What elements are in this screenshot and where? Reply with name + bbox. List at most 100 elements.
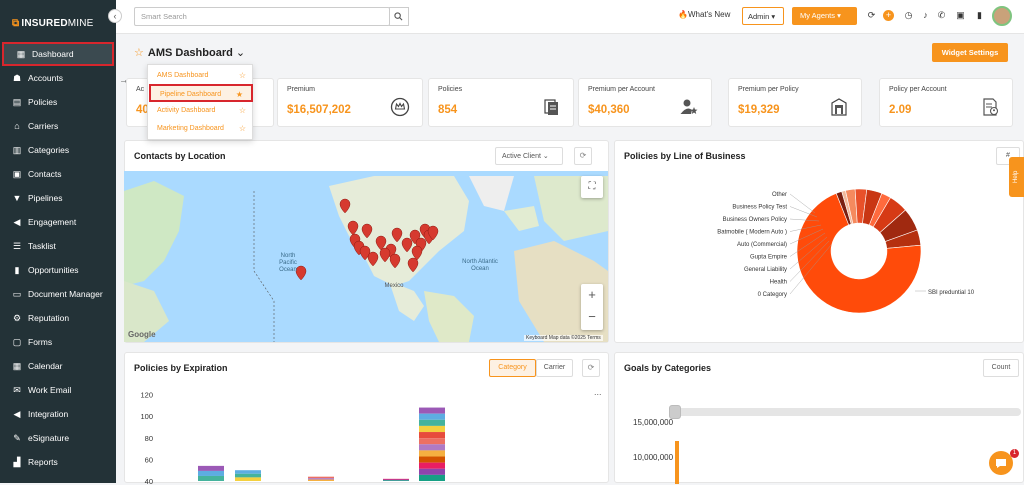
tasklist-icon: ☰: [12, 241, 22, 251]
chat-badge: 1: [1010, 449, 1019, 458]
brand-name-bold: INSURED: [21, 18, 68, 29]
clock-icon[interactable]: ◷: [903, 10, 914, 21]
sidebar-item-dashboard[interactable]: ▦ Dashboard: [2, 42, 114, 66]
bar-segment[interactable]: [235, 473, 261, 478]
sidebar-item-work-email[interactable]: ✉ Work Email: [0, 378, 116, 402]
sidebar-item-engagement[interactable]: ◀ Engagement: [0, 210, 116, 234]
help-tab[interactable]: Help: [1009, 157, 1024, 197]
map-label-pacific: North Pacific Ocean: [279, 253, 297, 273]
bar-segment[interactable]: [419, 468, 445, 475]
dashboard-title-label: AMS Dashboard: [147, 47, 233, 59]
reports-icon: ▟: [13, 457, 21, 467]
zoom-out-icon[interactable]: −: [581, 306, 603, 328]
bar-segment[interactable]: [235, 470, 261, 474]
sidebar-item-policies[interactable]: ▤ Policies: [0, 90, 116, 114]
sidebar-item-contacts[interactable]: ▣ Contacts: [0, 162, 116, 186]
tab-category[interactable]: Category: [489, 359, 536, 377]
bar-segment[interactable]: [235, 477, 261, 481]
brand-name-light: MINE: [67, 18, 94, 29]
bar-segment[interactable]: [419, 462, 445, 469]
star-outline-icon[interactable]: ☆: [239, 106, 246, 115]
bar-segment[interactable]: [383, 480, 409, 481]
sidebar-item-pipelines[interactable]: ▼ Pipelines: [0, 186, 116, 210]
pie-label: General Liability: [744, 267, 787, 273]
bar-segment[interactable]: [308, 479, 334, 481]
star-filled-icon[interactable]: ★: [236, 90, 243, 99]
bar-segment[interactable]: [198, 470, 224, 476]
topbar: Smart Search 🔥What's New Admin ▾ My Agen…: [116, 0, 1024, 34]
contacts-map[interactable]: North Pacific Ocean North Atlantic Ocean…: [124, 171, 608, 342]
sidebar-item-reports[interactable]: ▟ Reports: [0, 450, 116, 474]
bar-segment[interactable]: [308, 476, 334, 479]
bar-segment[interactable]: [419, 450, 445, 457]
sidebar-item-forms[interactable]: ▢ Forms: [0, 330, 116, 354]
bar-segment[interactable]: [383, 479, 409, 481]
menu-item-activity-dashboard[interactable]: Activity Dashboard ☆: [148, 102, 254, 120]
bar-segment[interactable]: [419, 456, 445, 463]
bar-segment[interactable]: [419, 419, 445, 426]
y-tick-label: 40: [145, 477, 153, 485]
refresh-icon[interactable]: ⟳: [866, 10, 877, 21]
bar-segment[interactable]: [419, 413, 445, 420]
star-outline-icon[interactable]: ☆: [239, 71, 246, 80]
brand-logo[interactable]: ⧉ INSUREDMINE: [12, 18, 94, 29]
sidebar-item-carriers[interactable]: ⌂ Carriers: [0, 114, 116, 138]
bar-segment[interactable]: [308, 478, 334, 480]
bar-segment[interactable]: [198, 465, 224, 471]
my-agents-button[interactable]: My Agents ▾: [792, 7, 857, 25]
sidebar-item-opportunities[interactable]: ▮ Opportunities: [0, 258, 116, 282]
sidebar-item-document-manager[interactable]: ▭ Document Manager: [0, 282, 116, 306]
sidebar-item-reputation[interactable]: ⚙ Reputation: [0, 306, 116, 330]
count-toggle-button[interactable]: Count: [983, 359, 1019, 377]
refresh-icon[interactable]: ⟳: [574, 147, 592, 165]
fullscreen-icon[interactable]: ⛶: [581, 176, 603, 198]
phone-icon[interactable]: ✆: [936, 10, 947, 21]
map-zoom-control[interactable]: + −: [581, 284, 603, 330]
sidebar-item-label: Reports: [28, 457, 58, 467]
sidebar-item-label: Accounts: [28, 73, 63, 83]
sidebar-item-label: Reputation: [28, 313, 70, 323]
sidebar-item-label: Dashboard: [32, 49, 74, 59]
bell-icon[interactable]: ♪: [920, 10, 931, 21]
tab-carrier[interactable]: Carrier: [536, 359, 573, 377]
add-icon[interactable]: +: [883, 10, 894, 21]
sidebar-item-categories[interactable]: ▥ Categories: [0, 138, 116, 162]
star-outline-icon[interactable]: ☆: [239, 124, 246, 133]
menu-item-marketing-dashboard[interactable]: Marketing Dashboard ☆: [148, 120, 254, 138]
client-filter-select[interactable]: Active Client ⌄: [495, 147, 563, 165]
search-input[interactable]: Smart Search: [134, 7, 390, 26]
dashboard-title[interactable]: ☆ AMS Dashboard ⌄: [134, 46, 245, 59]
map-attribution[interactable]: Keyboard Map data ©2025 Terms: [524, 335, 603, 341]
role-select[interactable]: Admin ▾: [742, 7, 784, 25]
bar-segment[interactable]: [419, 444, 445, 451]
sidebar-item-integration[interactable]: ◀ Integration: [0, 402, 116, 426]
sidebar-item-calendar[interactable]: ▦ Calendar: [0, 354, 116, 378]
sidebar-item-esignature[interactable]: ✎ eSignature: [0, 426, 116, 450]
bar-segment[interactable]: [419, 425, 445, 433]
sidebar-item-tasklist[interactable]: ☰ Tasklist: [0, 234, 116, 258]
bar-segment[interactable]: [419, 438, 445, 445]
menu-item-pipeline-dashboard[interactable]: Pipeline Dashboard ★: [149, 84, 253, 102]
bar-segment[interactable]: [198, 475, 224, 481]
widget-settings-button[interactable]: Widget Settings: [932, 43, 1008, 62]
calendar-icon: ▦: [12, 361, 22, 371]
slider-handle[interactable]: [669, 405, 681, 419]
bar-segment[interactable]: [419, 407, 445, 414]
my-agents-label: My Agents: [800, 11, 836, 20]
pie-label: Auto (Commercial): [737, 242, 787, 248]
sidebar-item-accounts[interactable]: ☗ Accounts: [0, 66, 116, 90]
collapse-sidebar-icon[interactable]: ‹: [108, 9, 122, 23]
whats-new-link[interactable]: 🔥What's New: [678, 10, 730, 19]
zoom-in-icon[interactable]: +: [581, 284, 603, 306]
role-label: Admin: [748, 12, 770, 21]
search-button[interactable]: [389, 7, 409, 26]
bar-segment[interactable]: [383, 478, 409, 480]
goals-range-slider[interactable]: [671, 408, 1021, 416]
mobile-icon[interactable]: ▮: [974, 10, 985, 21]
refresh-icon[interactable]: ⟳: [582, 359, 600, 377]
bar-segment[interactable]: [419, 432, 445, 439]
bar-segment[interactable]: [419, 474, 445, 481]
menu-item-ams-dashboard[interactable]: AMS Dashboard ☆: [148, 67, 254, 85]
avatar[interactable]: [992, 6, 1012, 26]
chip-icon[interactable]: ▣: [955, 10, 966, 21]
